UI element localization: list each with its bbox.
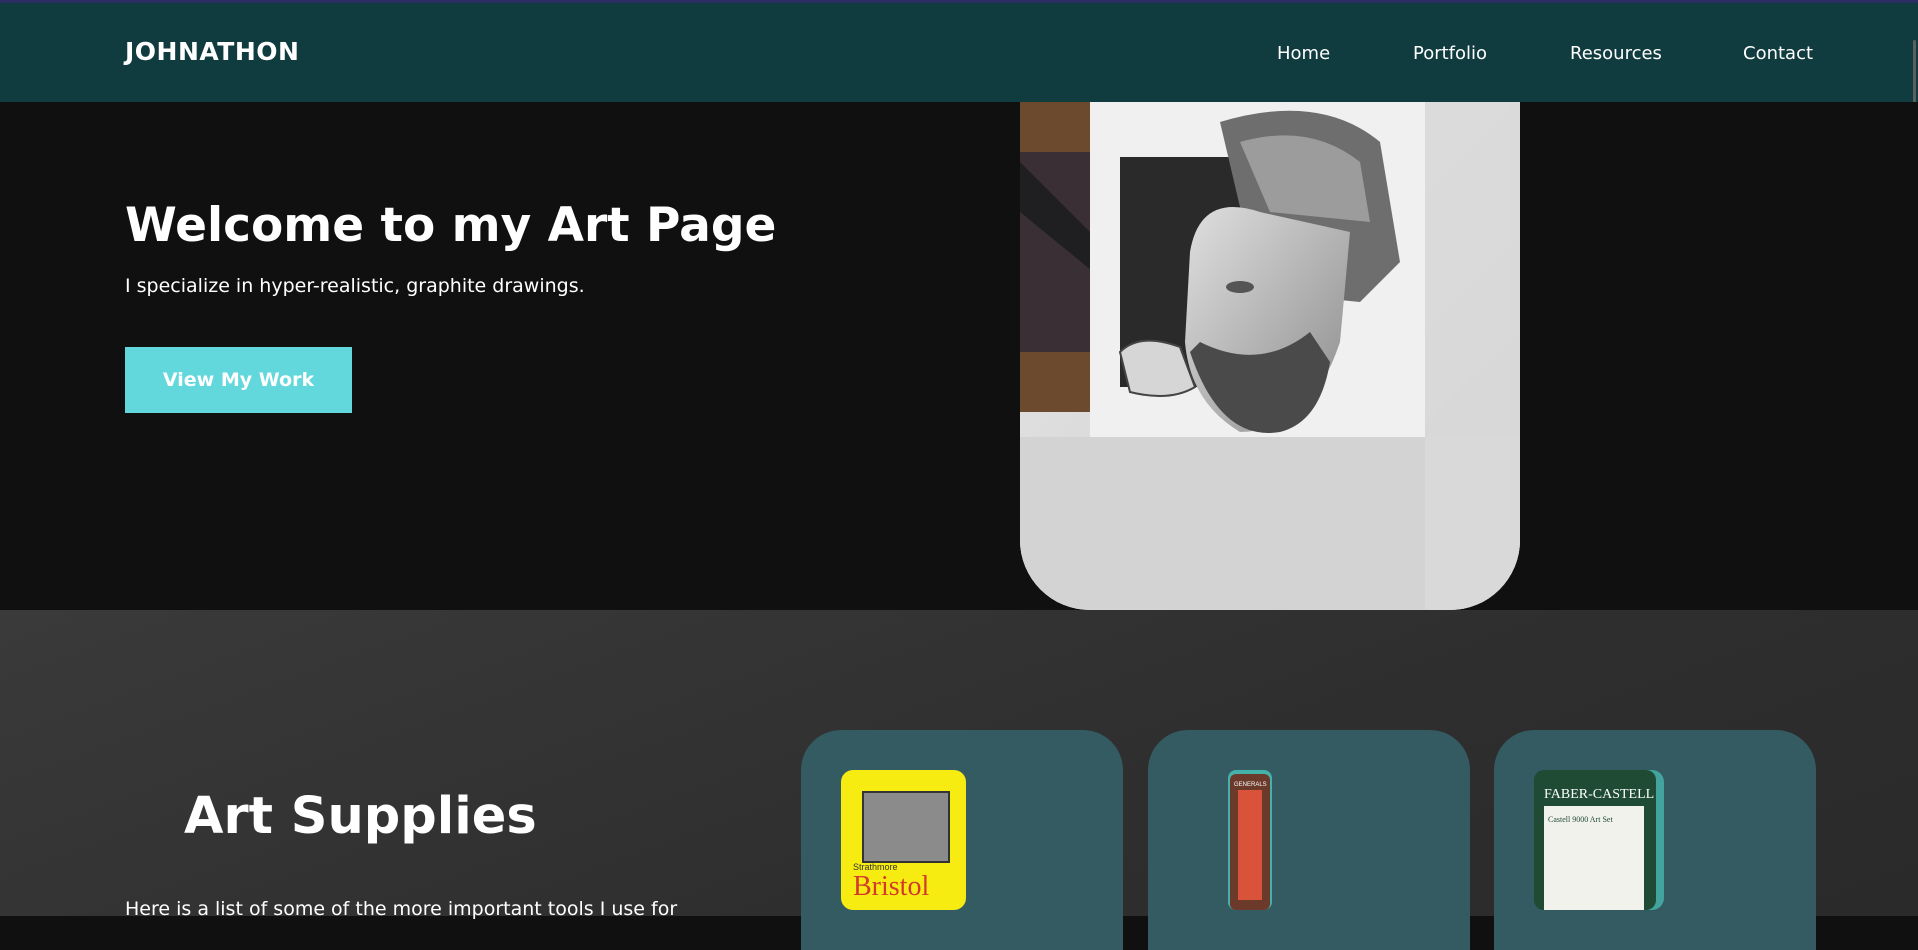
bristol-label: Bristol bbox=[853, 871, 929, 902]
generals-label: GENERALS bbox=[1234, 782, 1267, 788]
faber-castell-set-image: FABER-CASTELL Castell 9000 Art Set bbox=[1534, 770, 1664, 910]
art-supplies-section: Art Supplies Here is a list of some of t… bbox=[0, 610, 1918, 950]
supply-card-faber-castell[interactable]: FABER-CASTELL Castell 9000 Art Set bbox=[1494, 730, 1816, 950]
strathmore-label: Strathmore bbox=[853, 862, 898, 872]
nav-resources[interactable]: Resources bbox=[1570, 43, 1662, 64]
supply-card-bristol[interactable]: Bristol Strathmore bbox=[801, 730, 1123, 950]
navbar: JOHNATHON Home Portfolio Resources Conta… bbox=[0, 3, 1918, 102]
supplies-title: Art Supplies bbox=[184, 787, 537, 846]
art-set-label: Castell 9000 Art Set bbox=[1548, 815, 1613, 824]
supply-card-pencils[interactable]: GENERALS bbox=[1148, 730, 1470, 950]
nav-contact[interactable]: Contact bbox=[1743, 43, 1813, 64]
hero-artwork-image bbox=[1020, 102, 1520, 610]
nav-home[interactable]: Home bbox=[1277, 43, 1330, 64]
hero-subtitle: I specialize in hyper-realistic, graphit… bbox=[125, 275, 585, 297]
brand-logo[interactable]: JOHNATHON bbox=[125, 37, 299, 66]
faber-castell-label: FABER-CASTELL bbox=[1544, 787, 1654, 802]
bristol-pad-image: Bristol Strathmore bbox=[841, 770, 966, 910]
hero-section: Welcome to my Art Page I specialize in h… bbox=[0, 102, 1918, 610]
nav-portfolio[interactable]: Portfolio bbox=[1413, 43, 1487, 64]
view-my-work-button[interactable]: View My Work bbox=[125, 347, 352, 413]
supplies-description: Here is a list of some of the more impor… bbox=[125, 898, 678, 920]
pencil-pack-image: GENERALS bbox=[1228, 770, 1272, 910]
portrait-drawing-illustration bbox=[1020, 102, 1520, 610]
hero-title: Welcome to my Art Page bbox=[125, 198, 777, 253]
